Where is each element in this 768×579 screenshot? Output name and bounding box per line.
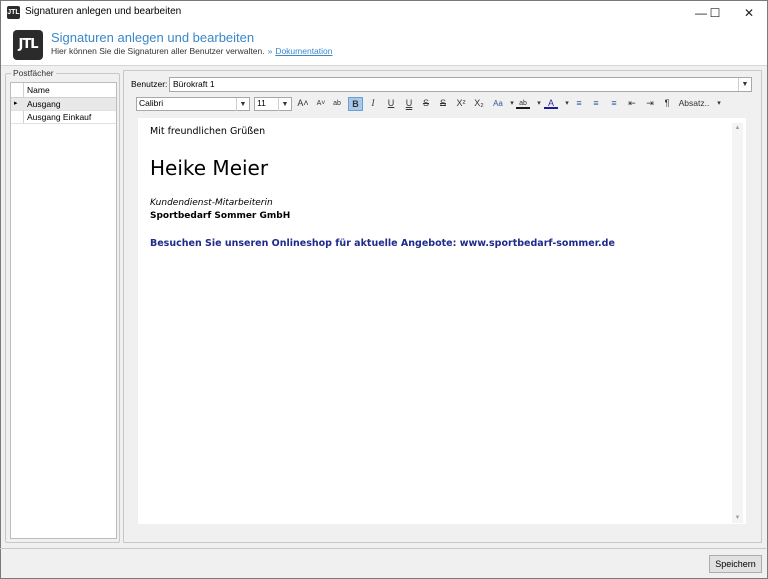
editor-scrollbar[interactable]: ▲ ▼ xyxy=(732,123,743,523)
shrink-font-icon[interactable]: A˅ xyxy=(314,97,328,110)
footer-divider xyxy=(0,548,766,549)
subscript-button[interactable]: X₂ xyxy=(472,97,486,110)
strikethrough-button[interactable]: S xyxy=(419,97,433,110)
multilevel-list-icon[interactable]: ≡ xyxy=(607,97,621,110)
superscript-button[interactable]: X² xyxy=(454,97,468,110)
change-case-icon[interactable]: Aa xyxy=(490,97,506,110)
font-family-value: Calibri xyxy=(139,98,164,108)
scroll-down-icon[interactable]: ▼ xyxy=(732,513,743,523)
highlight-icon[interactable]: ab xyxy=(330,97,344,110)
bold-button[interactable]: B xyxy=(348,97,363,111)
italic-button[interactable]: I xyxy=(366,97,380,110)
grid-row-ausgang[interactable]: ▸ Ausgang xyxy=(11,98,116,111)
bullet-list-icon[interactable]: ≡ xyxy=(572,97,586,110)
decrease-indent-icon[interactable]: ⇤ xyxy=(625,97,639,110)
highlight-color-icon[interactable]: ab xyxy=(516,97,530,109)
signature-greeting: Mit freundlichen Grüßen xyxy=(150,126,266,137)
save-button[interactable]: Speichern xyxy=(709,555,762,573)
column-name-label: Name xyxy=(27,85,50,95)
underline-button[interactable]: U xyxy=(384,97,398,110)
jtl-logo: JTL xyxy=(13,30,43,60)
increase-indent-icon[interactable]: ⇥ xyxy=(643,97,657,110)
close-button[interactable]: ✕ xyxy=(727,1,768,25)
row-label: Ausgang Einkauf xyxy=(27,112,92,122)
numbered-list-icon[interactable]: ≡ xyxy=(589,97,603,110)
signature-role: Kundendienst-Mitarbeiterin xyxy=(150,198,273,208)
format-toolbar: Calibri ▼ 11 ▼ A˄ A˅ ab B I U U S S X² X… xyxy=(136,96,750,112)
chevron-down-icon[interactable]: ▼ xyxy=(236,98,249,111)
grow-font-icon[interactable]: A˄ xyxy=(296,97,310,110)
chevron-down-icon[interactable]: ▼ xyxy=(278,98,291,111)
user-select-value: Bürokraft 1 xyxy=(173,79,215,89)
mailbox-grid[interactable]: Name ▸ Ausgang Ausgang Einkauf xyxy=(10,82,117,539)
page-subtitle: Hier können Sie die Signaturen aller Ben… xyxy=(51,46,332,56)
separator-icon: » xyxy=(267,46,273,56)
mailbox-group-title: Postfächer xyxy=(11,68,56,78)
page-header: JTL Signaturen anlegen und bearbeiten Hi… xyxy=(1,25,767,66)
chevron-down-icon[interactable]: ▼ xyxy=(738,78,751,91)
user-label: Benutzer: xyxy=(131,79,168,89)
double-strikethrough-button[interactable]: S xyxy=(436,97,450,110)
text-color-icon[interactable]: A xyxy=(544,97,558,109)
font-size-select[interactable]: 11 ▼ xyxy=(254,97,292,111)
signature-company: Sportbedarf Sommer GmbH xyxy=(150,211,291,221)
paragraph-menu[interactable]: Absatz.. xyxy=(677,97,711,110)
documentation-link[interactable]: Dokumentation xyxy=(275,46,332,56)
grid-column-header[interactable]: Name xyxy=(11,83,116,98)
current-row-icon: ▸ xyxy=(14,100,18,107)
window-title: Signaturen anlegen und bearbeiten xyxy=(25,6,182,17)
subtitle-text: Hier können Sie die Signaturen aller Ben… xyxy=(51,46,265,56)
title-bar: JTL Signaturen anlegen und bearbeiten — … xyxy=(1,1,767,25)
grid-row-ausgang-einkauf[interactable]: Ausgang Einkauf xyxy=(11,111,116,124)
chevron-down-icon[interactable]: ▾ xyxy=(712,97,726,110)
paragraph-marks-icon[interactable]: ¶ xyxy=(660,97,674,110)
signature-shop-line: Besuchen Sie unseren Onlineshop für aktu… xyxy=(150,238,615,249)
double-underline-button[interactable]: U xyxy=(402,97,416,110)
user-select[interactable]: Bürokraft 1 ▼ xyxy=(169,77,752,92)
row-label: Ausgang xyxy=(27,99,61,109)
font-size-value: 11 xyxy=(257,98,266,108)
signature-name: Heike Meier xyxy=(150,156,269,180)
font-family-select[interactable]: Calibri ▼ xyxy=(136,97,250,111)
jtl-app-icon: JTL xyxy=(7,6,20,19)
scroll-up-icon[interactable]: ▲ xyxy=(732,123,743,133)
page-title: Signaturen anlegen und bearbeiten xyxy=(51,30,255,45)
